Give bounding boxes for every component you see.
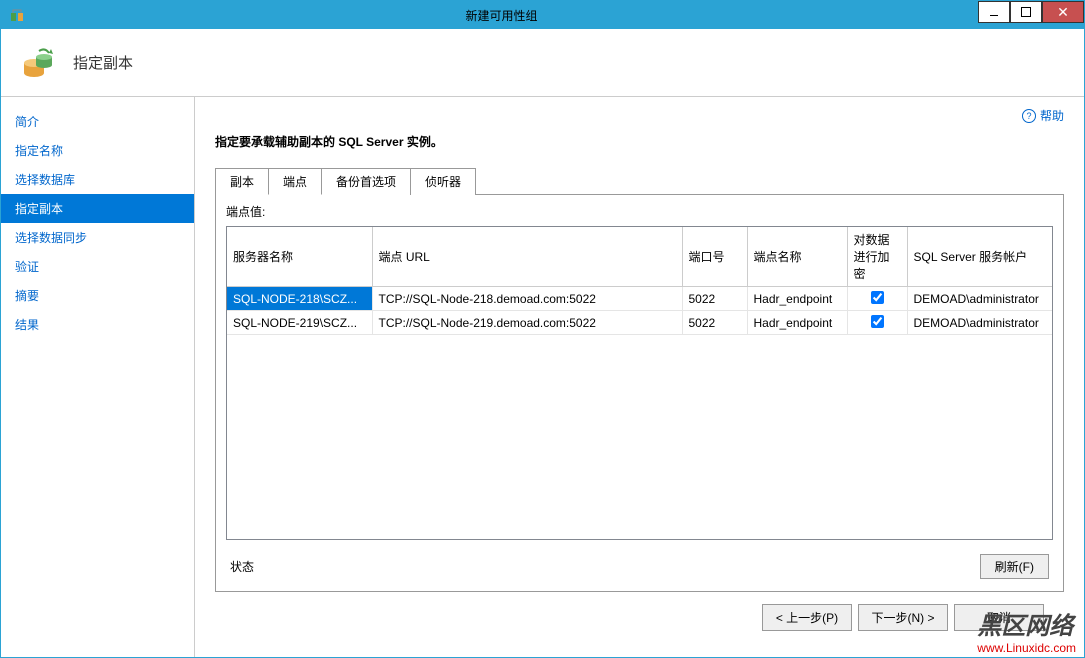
cell-url: TCP://SQL-Node-219.demoad.com:5022 [372,311,682,335]
cell-endpoint: Hadr_endpoint [747,311,847,335]
sidebar-item-name[interactable]: 指定名称 [1,136,194,165]
col-account[interactable]: SQL Server 服务帐户 [907,227,1052,287]
wizard-footer: < 上一步(P) 下一步(N) > 取消 [215,592,1064,643]
cell-server: SQL-NODE-219\SCZ... [227,311,372,335]
status-row: 状态 刷新(F) [226,540,1053,583]
sidebar-item-database[interactable]: 选择数据库 [1,165,194,194]
tab-replicas[interactable]: 副本 [215,168,269,195]
cell-account: DEMOAD\administrator [907,311,1052,335]
cell-server: SQL-NODE-218\SCZ... [227,287,372,311]
wizard-header: 指定副本 [1,29,1084,97]
endpoints-grid: 服务器名称 端点 URL 端口号 端点名称 对数据进行加密 SQL Server… [226,226,1053,540]
wizard-body: 简介 指定名称 选择数据库 指定副本 选择数据同步 验证 摘要 结果 ? 帮助 … [1,97,1084,657]
prev-button[interactable]: < 上一步(P) [762,604,852,631]
close-button[interactable]: ✕ [1042,1,1084,23]
cancel-button[interactable]: 取消 [954,604,1044,631]
encrypt-checkbox[interactable] [871,291,884,304]
status-label: 状态 [230,558,254,575]
col-server[interactable]: 服务器名称 [227,227,372,287]
cell-account: DEMOAD\administrator [907,287,1052,311]
tab-backup[interactable]: 备份首选项 [321,168,411,195]
minimize-button[interactable] [978,1,1010,23]
window-title: 新建可用性组 [25,7,978,24]
help-link[interactable]: ? 帮助 [1022,107,1064,124]
col-encrypt[interactable]: 对数据进行加密 [847,227,907,287]
col-url[interactable]: 端点 URL [372,227,682,287]
cell-encrypt [847,311,907,335]
wizard-window: 新建可用性组 ✕ 指定副本 简介 指定名称 选择数据库 指定副本 选择数据同步 [0,0,1085,658]
refresh-button[interactable]: 刷新(F) [980,554,1049,579]
sidebar-item-results[interactable]: 结果 [1,310,194,339]
main-content: ? 帮助 指定要承载辅助副本的 SQL Server 实例。 副本 端点 备份首… [195,97,1084,657]
instruction-text: 指定要承载辅助副本的 SQL Server 实例。 [215,133,1064,150]
col-port[interactable]: 端口号 [682,227,747,287]
watermark-url: www.Linuxidc.com [977,641,1076,655]
cell-url: TCP://SQL-Node-218.demoad.com:5022 [372,287,682,311]
table-row[interactable]: SQL-NODE-219\SCZ... TCP://SQL-Node-219.d… [227,311,1052,335]
maximize-button[interactable] [1010,1,1042,23]
tab-listener[interactable]: 侦听器 [410,168,476,195]
encrypt-checkbox[interactable] [871,315,884,328]
endpoints-table: 服务器名称 端点 URL 端口号 端点名称 对数据进行加密 SQL Server… [227,227,1052,335]
cell-encrypt [847,287,907,311]
cell-port: 5022 [682,311,747,335]
wizard-sidebar: 简介 指定名称 选择数据库 指定副本 选择数据同步 验证 摘要 结果 [1,97,195,657]
cell-port: 5022 [682,287,747,311]
wizard-icon [21,45,57,81]
sidebar-item-sync[interactable]: 选择数据同步 [1,223,194,252]
cell-endpoint: Hadr_endpoint [747,287,847,311]
table-header-row: 服务器名称 端点 URL 端口号 端点名称 对数据进行加密 SQL Server… [227,227,1052,287]
help-label: 帮助 [1040,107,1064,124]
sidebar-item-validation[interactable]: 验证 [1,252,194,281]
endpoints-content: 端点值: [216,195,1063,591]
help-icon: ? [1022,109,1036,123]
titlebar: 新建可用性组 ✕ [1,1,1084,29]
section-label: 端点值: [226,203,1053,220]
app-icon [9,7,25,23]
sidebar-item-summary[interactable]: 摘要 [1,281,194,310]
sidebar-item-replica[interactable]: 指定副本 [1,194,194,223]
col-endpoint-name[interactable]: 端点名称 [747,227,847,287]
tab-endpoints[interactable]: 端点 [268,168,322,195]
table-row[interactable]: SQL-NODE-218\SCZ... TCP://SQL-Node-218.d… [227,287,1052,311]
tab-panel: 端点值: [215,194,1064,592]
window-controls: ✕ [978,1,1084,29]
page-title: 指定副本 [73,52,133,73]
next-button[interactable]: 下一步(N) > [858,604,948,631]
sidebar-item-intro[interactable]: 简介 [1,107,194,136]
